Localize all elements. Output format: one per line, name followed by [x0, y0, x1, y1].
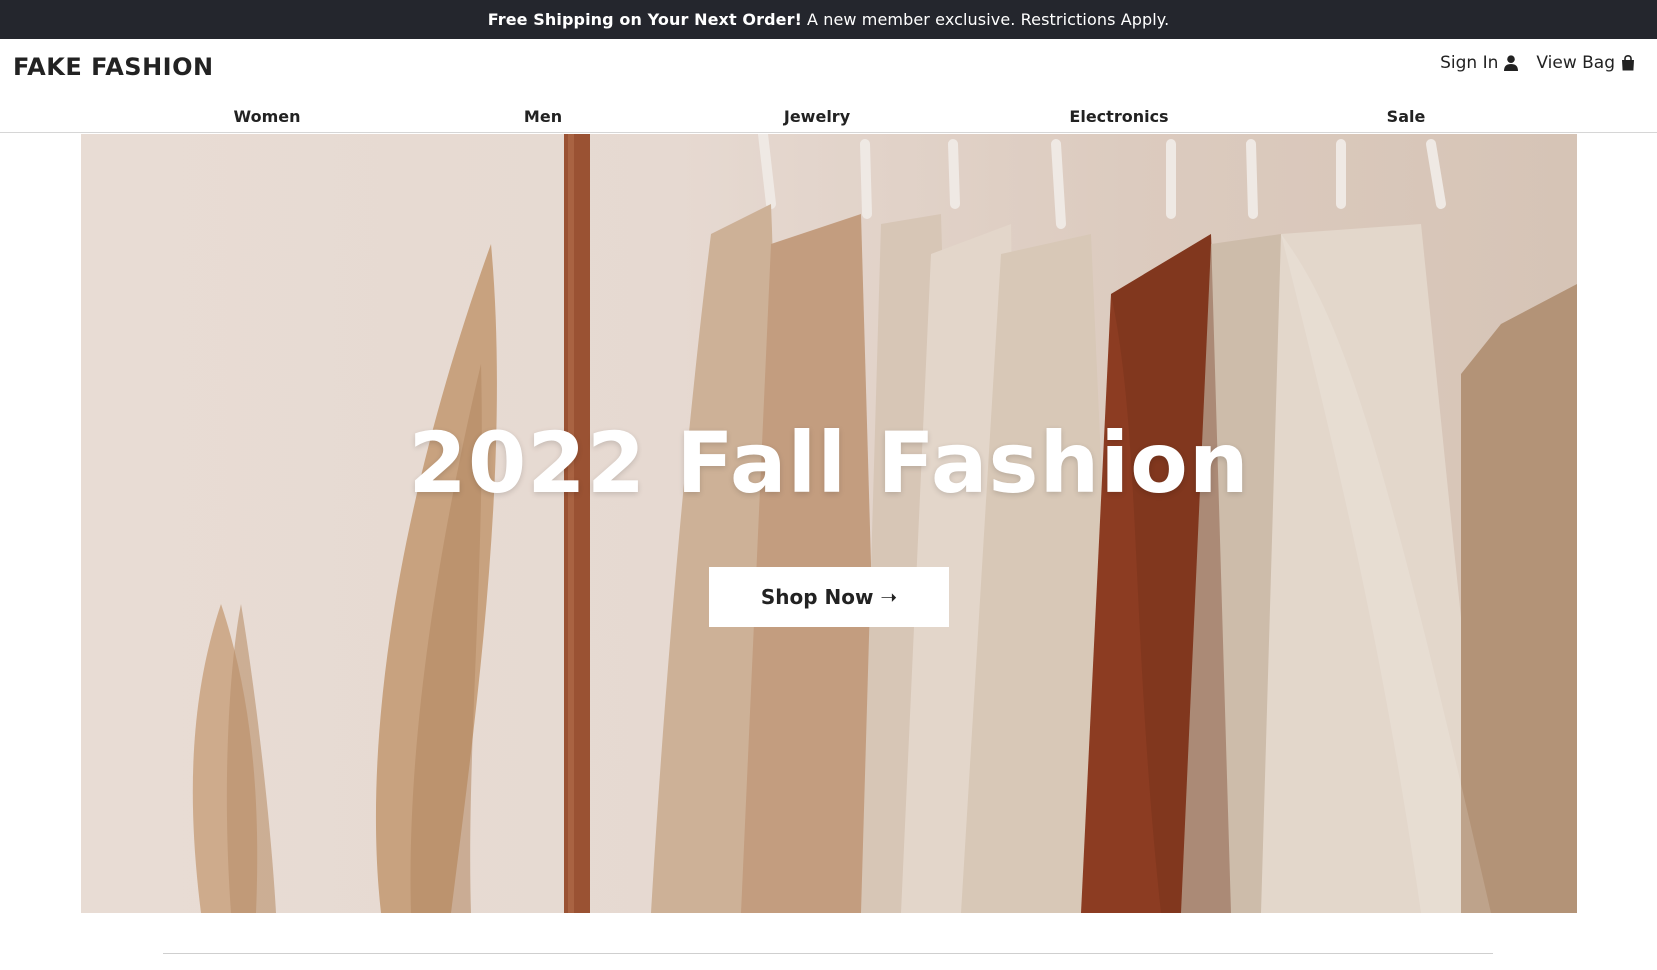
sign-in-link[interactable]: Sign In	[1440, 53, 1519, 73]
hero-title: 2022 Fall Fashion	[408, 414, 1250, 512]
promo-banner: Free Shipping on Your Next Order! A new …	[0, 0, 1657, 39]
site-header: FAKE FASHION Sign In View Bag Women Men …	[0, 39, 1657, 133]
hero-image	[192, 134, 1577, 913]
account-links: Sign In View Bag	[1440, 53, 1635, 73]
nav-item-electronics[interactable]: Electronics	[1069, 107, 1168, 126]
nav-item-sale[interactable]: Sale	[1387, 107, 1426, 126]
nav-item-women[interactable]: Women	[234, 107, 301, 126]
section-divider	[163, 953, 1493, 954]
sign-in-label: Sign In	[1440, 53, 1499, 73]
promo-details: A new member exclusive. Restrictions App…	[806, 10, 1170, 29]
site-logo[interactable]: FAKE FASHION	[13, 53, 214, 81]
promo-headline: Free Shipping on Your Next Order!	[487, 10, 802, 29]
nav-item-men[interactable]: Men	[524, 107, 562, 126]
shopping-bag-icon	[1622, 55, 1634, 71]
user-icon	[1504, 55, 1519, 71]
nav-item-jewelry[interactable]: Jewelry	[784, 107, 850, 126]
hero-banner: 2022 Fall Fashion Shop Now ➝	[81, 134, 1577, 913]
shop-now-button[interactable]: Shop Now ➝	[709, 567, 949, 627]
view-bag-link[interactable]: View Bag	[1536, 53, 1635, 73]
view-bag-label: View Bag	[1536, 53, 1615, 73]
main-nav: Women Men Jewelry Electronics Sale	[0, 103, 1657, 133]
